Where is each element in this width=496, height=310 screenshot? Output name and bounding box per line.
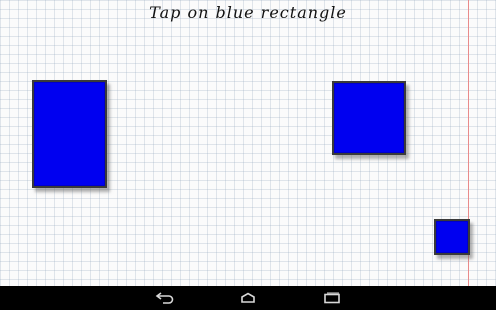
app-screen: Tap on blue rectangle: [0, 0, 496, 310]
blue-rectangle-medium[interactable]: [332, 81, 406, 155]
recent-apps-button[interactable]: [318, 289, 346, 307]
back-button[interactable]: [151, 289, 179, 307]
recent-apps-icon: [324, 292, 340, 304]
blue-rectangle-small[interactable]: [434, 219, 470, 255]
blue-rectangle-large[interactable]: [32, 80, 107, 188]
graph-paper-background: Tap on blue rectangle: [0, 0, 496, 286]
home-button[interactable]: [234, 289, 262, 307]
instruction-text: Tap on blue rectangle: [149, 3, 347, 22]
back-arrow-icon: [155, 292, 174, 304]
home-icon: [241, 292, 255, 303]
system-navigation-bar: [0, 286, 496, 310]
